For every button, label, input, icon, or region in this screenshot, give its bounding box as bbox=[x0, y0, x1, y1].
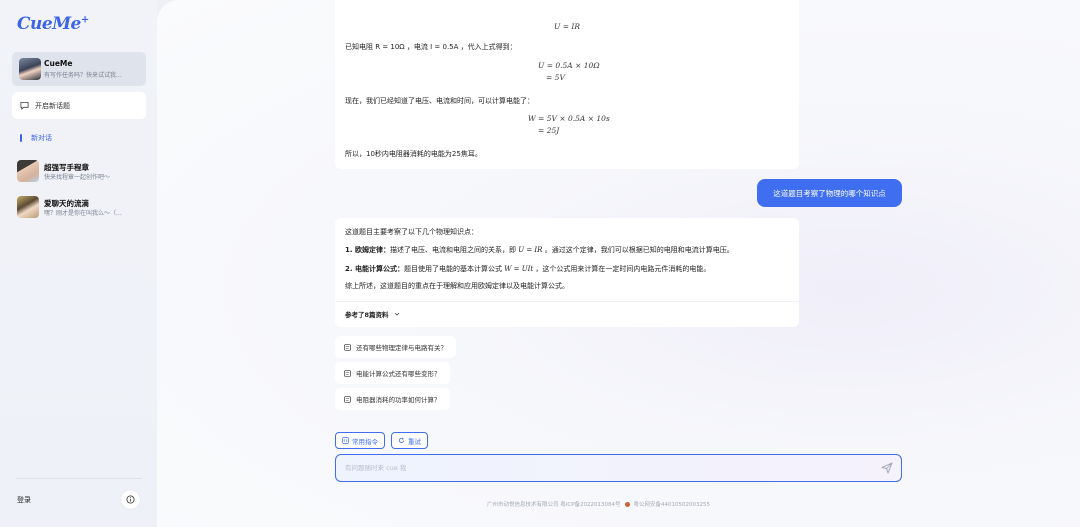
agent-avatar bbox=[19, 58, 41, 80]
footer: 广州市动悦信息技术有限公司 粤ICP备2022013084号 粤公网安备4401… bbox=[487, 500, 710, 508]
bot-desc: 快来找程章一起创作吧～ bbox=[44, 174, 111, 181]
current-conversation-label: 新对话 bbox=[31, 134, 52, 142]
agent-desc: 有写作任务吗？快来试试我... bbox=[44, 72, 122, 79]
knowledge-point-1: 1. 欧姆定律：描述了电压、电流和电阻之间的关系，即 U = IR 。通过这个定… bbox=[345, 246, 734, 254]
message-text: 所以，10秒内电阻器消耗的电能为25焦耳。 bbox=[345, 150, 482, 158]
message-text: 这道题目主要考察了以下几个物理知识点： bbox=[345, 228, 478, 236]
login-link[interactable]: 登录 bbox=[17, 495, 31, 505]
sidebar: CueMe+ CueMe 有写作任务吗？快来试试我... 开启新话题 新对话 超… bbox=[0, 0, 157, 527]
message-input-box bbox=[335, 454, 902, 482]
assistant-message: 这道题目主要考察了以下几个物理知识点： 1. 欧姆定律：描述了电压、电流和电阻之… bbox=[335, 218, 799, 327]
command-icon bbox=[342, 437, 349, 444]
formula: U = IR bbox=[554, 22, 580, 31]
app-logo[interactable]: CueMe+ bbox=[17, 14, 89, 34]
formula: = 25J bbox=[538, 126, 560, 135]
info-icon bbox=[126, 495, 135, 504]
info-button[interactable] bbox=[121, 490, 140, 509]
send-icon[interactable] bbox=[881, 462, 893, 474]
retry-button[interactable]: 重试 bbox=[391, 432, 428, 449]
footer-police[interactable]: 粤公网安备44010502003255 bbox=[634, 500, 711, 508]
message-input[interactable] bbox=[345, 461, 845, 475]
message-text: 已知电阻 R = 10Ω ，电流 I = 0.5A ，代入上式得到： bbox=[345, 43, 517, 51]
bot-desc: 嘿？刚才是你在叫我么～（... bbox=[44, 210, 122, 217]
suggested-question[interactable]: 电能计算公式还有哪些变形？ bbox=[335, 362, 450, 384]
assistant-message: U = IR 已知电阻 R = 10Ω ，电流 I = 0.5A ，代入上式得到… bbox=[335, 0, 799, 169]
chat-plus-icon bbox=[20, 101, 29, 110]
new-topic-label: 开启新话题 bbox=[35, 101, 70, 110]
formula: U = 0.5A × 10Ω bbox=[538, 61, 600, 70]
message-text: 现在，我们已经知道了电压、电流和时间，可以计算电能了： bbox=[345, 97, 534, 105]
suggestion-icon bbox=[344, 369, 351, 377]
agent-name: CueMe bbox=[44, 59, 73, 68]
divider bbox=[335, 301, 799, 302]
suggestion-icon bbox=[344, 343, 351, 351]
references-toggle[interactable]: 参考了8篇资料 bbox=[345, 309, 400, 319]
retry-icon bbox=[398, 437, 405, 443]
police-badge-icon bbox=[624, 501, 630, 507]
sidebar-item-bot[interactable]: 超强写手程章 快来找程章一起创作吧～ bbox=[16, 160, 150, 184]
active-indicator bbox=[20, 134, 22, 142]
knowledge-point-2: 2. 电能计算公式：题目使用了电能的基本计算公式 W = UIt ，这个公式用来… bbox=[345, 265, 711, 273]
avatar bbox=[17, 196, 39, 218]
references-label: 参考了8篇资料 bbox=[345, 311, 389, 319]
formula: W = 5V × 0.5A × 10s bbox=[528, 114, 610, 123]
suggested-question[interactable]: 还有哪些物理定律与电路有关？ bbox=[335, 336, 456, 358]
new-topic-button[interactable]: 开启新话题 bbox=[12, 92, 146, 119]
sidebar-item-bot[interactable]: 爱聊天的流滴 嘿？刚才是你在叫我么～（... bbox=[16, 196, 150, 220]
message-text: 综上所述，这道题目的重点在于理解和应用欧姆定律以及电能计算公式。 bbox=[345, 282, 569, 290]
agent-card-cueme[interactable]: CueMe 有写作任务吗？快来试试我... bbox=[12, 52, 146, 86]
sidebar-item-current-conversation[interactable]: 新对话 bbox=[20, 133, 52, 143]
suggestion-icon bbox=[344, 395, 351, 403]
avatar bbox=[17, 160, 39, 182]
user-message: 这道题目考察了物理的哪个知识点 bbox=[757, 179, 902, 207]
chat-area: U = IR 已知电阻 R = 10Ω ，电流 I = 0.5A ，代入上式得到… bbox=[157, 0, 1080, 527]
commands-button[interactable]: 常用指令 bbox=[335, 432, 385, 449]
sidebar-divider bbox=[16, 478, 142, 479]
chevron-down-icon bbox=[394, 312, 399, 316]
suggested-question[interactable]: 电阻器消耗的功率如何计算？ bbox=[335, 388, 450, 410]
footer-icp[interactable]: 广州市动悦信息技术有限公司 粤ICP备2022013084号 bbox=[487, 500, 621, 508]
formula: = 5V bbox=[546, 73, 565, 82]
